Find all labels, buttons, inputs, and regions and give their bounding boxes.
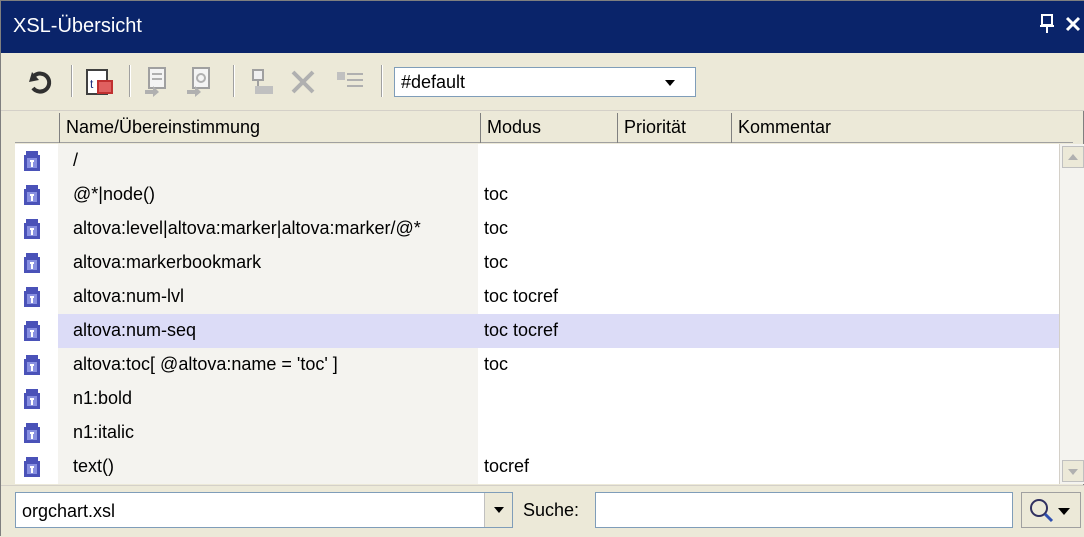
table-row[interactable]: text() tocref — [15, 450, 1059, 484]
table-row[interactable]: altova:num-seq toc tocref — [15, 314, 1059, 348]
row-mode[interactable] — [478, 416, 1059, 450]
row-icon-cell — [15, 314, 55, 348]
row-mode[interactable]: toc tocref — [478, 314, 1059, 348]
table-row[interactable]: n1:bold — [15, 382, 1059, 416]
row-name[interactable]: / — [58, 144, 478, 178]
template-icon — [24, 355, 40, 375]
row-icon-cell — [15, 348, 55, 382]
toolbar: t #default — [1, 53, 1084, 111]
template-icon — [24, 423, 40, 443]
row-mode[interactable]: toc — [478, 246, 1059, 280]
close-icon[interactable] — [1065, 13, 1083, 41]
row-mode[interactable]: toc — [478, 348, 1059, 382]
insert-template-icon — [141, 64, 175, 98]
search-input[interactable] — [595, 492, 1013, 528]
row-name[interactable]: altova:level|altova:marker|altova:marker… — [58, 212, 478, 246]
template-icon — [24, 389, 40, 409]
row-icon-cell — [15, 246, 55, 280]
row-icon-cell — [15, 450, 55, 484]
row-mode[interactable]: toc tocref — [478, 280, 1059, 314]
mode-select[interactable]: #default — [394, 67, 696, 97]
row-name[interactable]: text() — [58, 450, 478, 484]
row-mode[interactable]: tocref — [478, 450, 1059, 484]
delete-icon — [287, 64, 321, 98]
pin-icon[interactable] — [1039, 13, 1055, 41]
row-name[interactable]: n1:bold — [58, 382, 478, 416]
table-row[interactable]: @*|node() toc — [15, 178, 1059, 212]
column-comment[interactable]: Kommentar — [731, 113, 1073, 143]
row-icon-cell — [15, 178, 55, 212]
row-icon-cell — [15, 280, 55, 314]
template-icon — [24, 219, 40, 239]
file-dropdown-button[interactable] — [484, 493, 512, 527]
table-row[interactable]: altova:markerbookmark toc — [15, 246, 1059, 280]
search-button[interactable] — [1021, 492, 1081, 528]
template-icon — [24, 457, 40, 477]
window-title: XSL-Übersicht — [13, 15, 142, 37]
row-name[interactable]: altova:num-lvl — [58, 280, 478, 314]
table-row[interactable]: n1:italic — [15, 416, 1059, 450]
search-icon — [1030, 499, 1070, 523]
template-icon — [24, 185, 40, 205]
chevron-down-icon[interactable] — [665, 80, 675, 86]
mode-select-value: #default — [401, 72, 466, 92]
table-row[interactable]: altova:level|altova:marker|altova:marker… — [15, 212, 1059, 246]
column-mode[interactable]: Modus — [480, 113, 617, 143]
row-mode[interactable] — [478, 144, 1059, 178]
table-row[interactable]: / — [15, 144, 1059, 178]
row-name[interactable]: altova:num-seq — [58, 314, 478, 348]
row-icon-cell — [15, 416, 55, 450]
search-label: Suche: — [523, 500, 580, 520]
row-icon-cell — [15, 212, 55, 246]
scroll-down-button[interactable] — [1062, 460, 1084, 482]
table-row[interactable]: altova:toc[ @altova:name = 'toc' ] toc — [15, 348, 1059, 382]
row-mode[interactable]: toc — [478, 212, 1059, 246]
title-bar: XSL-Übersicht — [1, 1, 1084, 53]
list-icon — [333, 64, 367, 98]
sync-icon[interactable] — [23, 64, 57, 98]
move-to-icon — [245, 64, 279, 98]
vertical-scrollbar[interactable] — [1059, 144, 1084, 484]
table-row[interactable]: altova:num-lvl toc tocref — [15, 280, 1059, 314]
row-mode[interactable] — [478, 382, 1059, 416]
row-name[interactable]: n1:italic — [58, 416, 478, 450]
row-name[interactable]: altova:markerbookmark — [58, 246, 478, 280]
row-mode[interactable]: toc — [478, 178, 1059, 212]
template-table: / @*|node() toc altova:level|altova:marker|… — [15, 144, 1059, 484]
row-name[interactable]: altova:toc[ @altova:name = 'toc' ] — [58, 348, 478, 382]
template-icon — [24, 253, 40, 273]
column-name[interactable]: Name/Übereinstimmung — [59, 113, 479, 143]
template-icon — [24, 151, 40, 171]
scroll-up-button[interactable] — [1062, 146, 1084, 168]
row-name[interactable]: @*|node() — [58, 178, 478, 212]
template-icon — [24, 287, 40, 307]
row-icon-cell — [15, 382, 55, 416]
template-icon — [24, 321, 40, 341]
column-priority[interactable]: Priorität — [617, 113, 731, 143]
column-header: Name/Übereinstimmung Modus Priorität Kom… — [15, 113, 1073, 143]
chevron-down-icon — [494, 507, 504, 513]
bottom-bar: orgchart.xsl Suche: — [1, 485, 1084, 537]
file-select[interactable]: orgchart.xsl — [15, 492, 513, 528]
xslt-template-icon[interactable]: t — [83, 64, 117, 98]
xsl-outline-window: XSL-Übersicht t #default Name/Übereinsti… — [0, 0, 1084, 537]
insert-function-icon — [183, 64, 217, 98]
file-select-value: orgchart.xsl — [22, 501, 116, 521]
row-icon-cell — [15, 144, 55, 178]
